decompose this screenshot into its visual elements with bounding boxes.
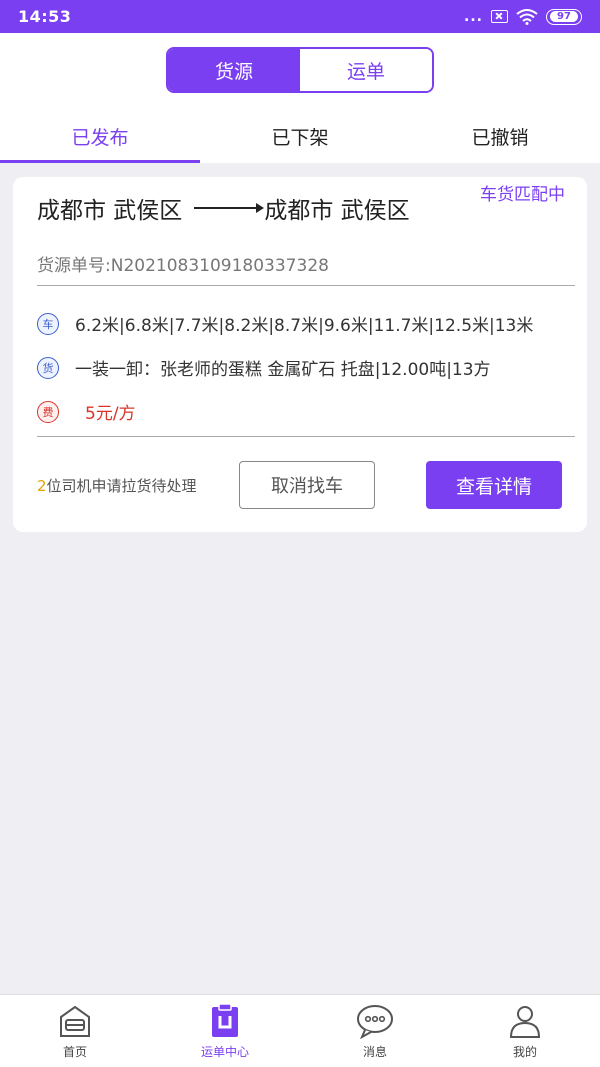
segment-waybill[interactable]: 运单: [300, 49, 432, 91]
fee-info: 5元/方: [85, 404, 136, 424]
fee-row: 费 5元/方: [37, 399, 136, 424]
cargo-card[interactable]: 成都市 武侯区 成都市 武侯区 车货匹配中 货源单号:N202108310918…: [13, 177, 587, 532]
waybill-icon: [212, 1003, 238, 1037]
nav-home[interactable]: 首页: [0, 995, 150, 1067]
profile-icon: [509, 1006, 541, 1038]
bottom-nav: 首页 运单中心 消息 我的: [0, 994, 600, 1067]
tab-revoked[interactable]: 已撤销: [400, 113, 600, 163]
match-status-badge: 车货匹配中: [480, 185, 565, 205]
vehicle-lengths: 6.2米|6.8米|7.7米|8.2米|8.7米|9.6米|11.7米|12.5…: [75, 316, 534, 336]
origin-city: 成都市 武侯区: [37, 198, 183, 224]
car-badge-icon: 车: [37, 312, 59, 335]
nav-waybill-center[interactable]: 运单中心: [150, 995, 300, 1067]
source-waybill-switch: 货源 运单: [166, 47, 434, 93]
view-details-button[interactable]: 查看详情: [426, 461, 562, 509]
nav-profile-label: 我的: [512, 1045, 537, 1059]
nav-messages[interactable]: 消息: [300, 995, 450, 1067]
status-icons: ... 97: [464, 8, 582, 25]
status-tabs: 已发布 已下架 已撤销: [0, 113, 600, 163]
home-icon: [60, 1005, 90, 1037]
tab-delisted[interactable]: 已下架: [200, 113, 400, 163]
divider: [37, 285, 575, 286]
message-icon: [357, 1005, 393, 1039]
destination-city: 成都市 武侯区: [264, 198, 410, 224]
driver-applications-note: 2位司机申请拉货待处理: [37, 475, 197, 496]
vehicle-row: 车 6.2米|6.8米|7.7米|8.2米|8.7米|9.6米|11.7米|12…: [37, 311, 585, 336]
driver-note-text: 位司机申请拉货待处理: [46, 477, 197, 495]
goods-info: 一装一卸：张老师的蛋糕 金属矿石 托盘|12.00吨|13方: [75, 360, 491, 380]
order-number: 货源单号:N2021083109180337328: [37, 256, 329, 276]
battery-icon: 97: [546, 8, 582, 25]
battery-level: 97: [550, 11, 578, 22]
nav-waybill-label: 运单中心: [200, 1045, 249, 1059]
route: 成都市 武侯区 成都市 武侯区: [37, 191, 410, 225]
header-area: 货源 运单 已发布 已下架 已撤销: [0, 33, 600, 163]
goods-row: 货 一装一卸：张老师的蛋糕 金属矿石 托盘|12.00吨|13方: [37, 355, 585, 380]
nav-messages-label: 消息: [362, 1045, 387, 1059]
status-bar: 14:53 ... 97: [0, 0, 600, 33]
sim-blocked-icon: [491, 10, 508, 23]
divider: [37, 436, 575, 437]
status-time: 14:53: [18, 7, 72, 26]
tab-published[interactable]: 已发布: [0, 113, 200, 163]
cancel-search-button[interactable]: 取消找车: [239, 461, 375, 509]
goods-badge-icon: 货: [37, 356, 59, 379]
fee-badge-icon: 费: [37, 400, 59, 423]
segment-cargo-source[interactable]: 货源: [168, 49, 300, 91]
more-dots-icon: ...: [464, 8, 483, 25]
nav-profile[interactable]: 我的: [450, 995, 600, 1067]
route-arrow-icon: [194, 203, 265, 213]
nav-home-label: 首页: [62, 1045, 87, 1059]
driver-count: 2: [37, 477, 47, 495]
wifi-icon: [516, 8, 538, 25]
